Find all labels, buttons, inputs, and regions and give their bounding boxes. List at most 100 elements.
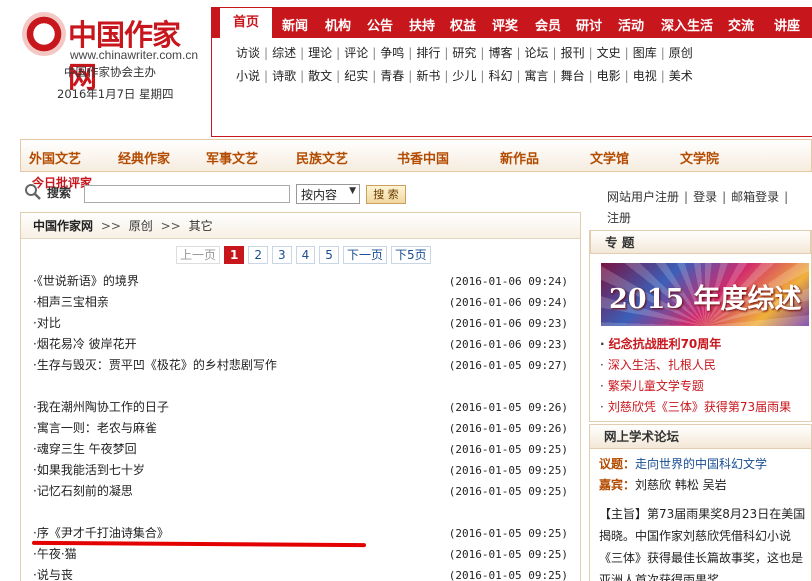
search-button[interactable]: 搜 索 [366, 185, 406, 204]
page-3-button[interactable]: 3 [272, 246, 292, 264]
subnav-item[interactable]: 散文 [308, 69, 332, 83]
category-tab[interactable]: 文学馆 [590, 148, 629, 167]
article-title-link[interactable]: ·寓言一则：老农与麻雀 [33, 418, 157, 439]
special-topic-link[interactable]: 繁荣儿童文学专题 [600, 376, 791, 397]
nav-item-4[interactable]: 公告 [367, 15, 393, 34]
breadcrumb-home[interactable]: 中国作家网 [33, 219, 93, 233]
special-topic-link[interactable]: 纪念抗战胜利70周年 [600, 334, 791, 355]
subnav-item[interactable]: 诗歌 [272, 69, 296, 83]
forum-topic-label: 议题： [599, 457, 636, 471]
article-row: ·我在潮州陶协工作的日子 (2016-01-05 09:26) [33, 397, 568, 418]
special-topic-link[interactable]: 刘慈欣凭《三体》获得第73届雨果 [600, 397, 791, 418]
page-2-button[interactable]: 2 [248, 246, 269, 264]
subnav-item[interactable]: 舞台 [561, 69, 585, 83]
next-5-pages-button[interactable]: 下5页 [390, 246, 431, 264]
category-tab[interactable]: 民族文艺 [296, 148, 348, 167]
search-scope-select[interactable]: 按内容 ▼ [296, 184, 360, 204]
nav-item-3[interactable]: 机构 [325, 15, 351, 34]
page-4-button[interactable]: 4 [295, 246, 316, 264]
nav-item-9[interactable]: 研讨 [576, 15, 602, 34]
page-5-button[interactable]: 5 [319, 246, 339, 264]
nav-item-5[interactable]: 扶持 [409, 15, 435, 34]
subnav-item[interactable]: 电影 [597, 69, 621, 83]
subnav-divider: | [300, 69, 305, 83]
academic-forum-title: 网上学术论坛 [590, 425, 811, 449]
subnav-divider: | [588, 46, 593, 60]
nav-item-7[interactable]: 评奖 [492, 15, 518, 34]
article-title-link[interactable]: ·如果我能活到七十岁 [33, 460, 145, 481]
article-title-link[interactable]: ·我在潮州陶协工作的日子 [33, 397, 169, 418]
search-input[interactable] [84, 185, 290, 203]
article-title-link[interactable]: ·说与丧 [33, 565, 73, 581]
nav-item-11[interactable]: 深入生活 [661, 15, 713, 34]
secondary-nav-row-2: 小说 | 诗歌 | 散文 | 纪实 | 青春 | 新书 | 少儿 | 科幻 | 寓言 | 舞台 | 电影 | 电视 | 美术 [220, 65, 804, 88]
category-tab[interactable]: 外国文艺 [29, 148, 81, 167]
nav-item-1[interactable]: 首页 [220, 8, 273, 38]
subnav-divider: | [588, 69, 593, 83]
subnav-item[interactable]: 新书 [416, 69, 440, 83]
category-tab[interactable]: 书香中国 [397, 148, 449, 167]
subnav-item[interactable]: 排行 [416, 46, 440, 60]
category-tab[interactable]: 经典作家 [118, 148, 170, 167]
subnav-item[interactable]: 文史 [597, 46, 621, 60]
category-tab[interactable]: 新作品 [500, 148, 539, 167]
subnav-item[interactable]: 美术 [669, 69, 693, 83]
breadcrumb-item-original[interactable]: 原创 [129, 219, 153, 233]
nav-item-13[interactable]: 讲座 [774, 15, 800, 34]
special-topic-link[interactable]: 深入生活、扎根人民 [600, 355, 791, 376]
nav-item-8[interactable]: 会员 [535, 15, 561, 34]
special-topics-title: 专 题 [590, 230, 811, 254]
nav-item-12[interactable]: 交流 [728, 15, 754, 34]
subnav-divider: | [408, 69, 413, 83]
subnav-item[interactable]: 少儿 [452, 69, 476, 83]
writers-association-emblem-icon [22, 12, 66, 56]
subnav-item[interactable]: 纪实 [344, 69, 368, 83]
subnav-item[interactable]: 原创 [669, 46, 693, 60]
next-page-button[interactable]: 下一页 [342, 246, 387, 264]
nav-item-10[interactable]: 活动 [618, 15, 644, 34]
subnav-item[interactable]: 青春 [380, 69, 404, 83]
subnav-divider: | [336, 69, 341, 83]
article-title-link[interactable]: ·午夜·猫 [33, 544, 77, 565]
subnav-divider: | [264, 69, 269, 83]
user-register-link[interactable]: 网站用户注册 [607, 190, 679, 204]
link-divider: | [684, 190, 689, 204]
subnav-item[interactable]: 科幻 [488, 69, 512, 83]
forum-summary: 【主旨】第73届雨果奖8月23日在美国揭晓。中国作家刘慈欣凭借科幻小说《三体》获… [599, 503, 806, 581]
mail-login-link[interactable]: 邮箱登录 [731, 190, 779, 204]
subnav-item[interactable]: 评论 [344, 46, 368, 60]
current-date: 2016年1月7日 星期四 [57, 87, 174, 101]
article-list-panel: 中国作家网 >> 原创 >> 其它 上一页 1 2 3 4 5 下一页 下5页 ·《世说新语》… [20, 212, 581, 581]
breadcrumb-separator: >> [160, 219, 181, 233]
subnav-item[interactable]: 电视 [633, 69, 657, 83]
subnav-item[interactable]: 博客 [488, 46, 512, 60]
register-link[interactable]: 注册 [607, 209, 631, 226]
article-title-link[interactable]: ·生存与毁灭：贾平凹《极花》的乡村悲剧写作 [33, 355, 277, 376]
subnav-item[interactable]: 图库 [633, 46, 657, 60]
forum-topic-link[interactable]: 走向世界的中国科幻文学 [635, 457, 767, 471]
article-title-link[interactable]: ·对比 [33, 313, 61, 334]
subnav-item[interactable]: 寓言 [525, 69, 549, 83]
subnav-item[interactable]: 研究 [452, 46, 476, 60]
subnav-item[interactable]: 访谈 [236, 46, 260, 60]
nav-item-6[interactable]: 权益 [450, 15, 476, 34]
login-link[interactable]: 登录 [693, 190, 717, 204]
subnav-item[interactable]: 小说 [236, 69, 260, 83]
site-logo[interactable]: 中国作家网 www.chinawriter.com.cn 中国作家协会主办 20… [22, 8, 207, 101]
subnav-item[interactable]: 报刊 [561, 46, 585, 60]
subnav-item[interactable]: 综述 [272, 46, 296, 60]
subnav-item[interactable]: 论坛 [525, 46, 549, 60]
category-tab[interactable]: 文学院 [680, 148, 719, 167]
subnav-item[interactable]: 争鸣 [380, 46, 404, 60]
annual-review-banner[interactable]: 2015 年度综述 [601, 263, 809, 326]
subnav-item[interactable]: 理论 [308, 46, 332, 60]
search-bar: 今日批评家 搜索 按内容 ▼ 搜 索 网站用户注册 | 登录 | 邮箱登录 | [22, 174, 812, 208]
article-title-link[interactable]: ·记忆石刻前的凝思 [33, 481, 133, 502]
nav-item-2[interactable]: 新闻 [282, 15, 308, 34]
article-title-link[interactable]: ·魂穿三生 午夜梦回 [33, 439, 137, 460]
article-title-link[interactable]: ·《世说新语》的境界 [33, 271, 139, 292]
article-title-link[interactable]: ·相声三宝相亲 [33, 292, 109, 313]
category-tab[interactable]: 军事文艺 [206, 148, 258, 167]
page-1-button[interactable]: 1 [224, 246, 245, 264]
article-title-link[interactable]: ·烟花易冷 彼岸花开 [33, 334, 137, 355]
